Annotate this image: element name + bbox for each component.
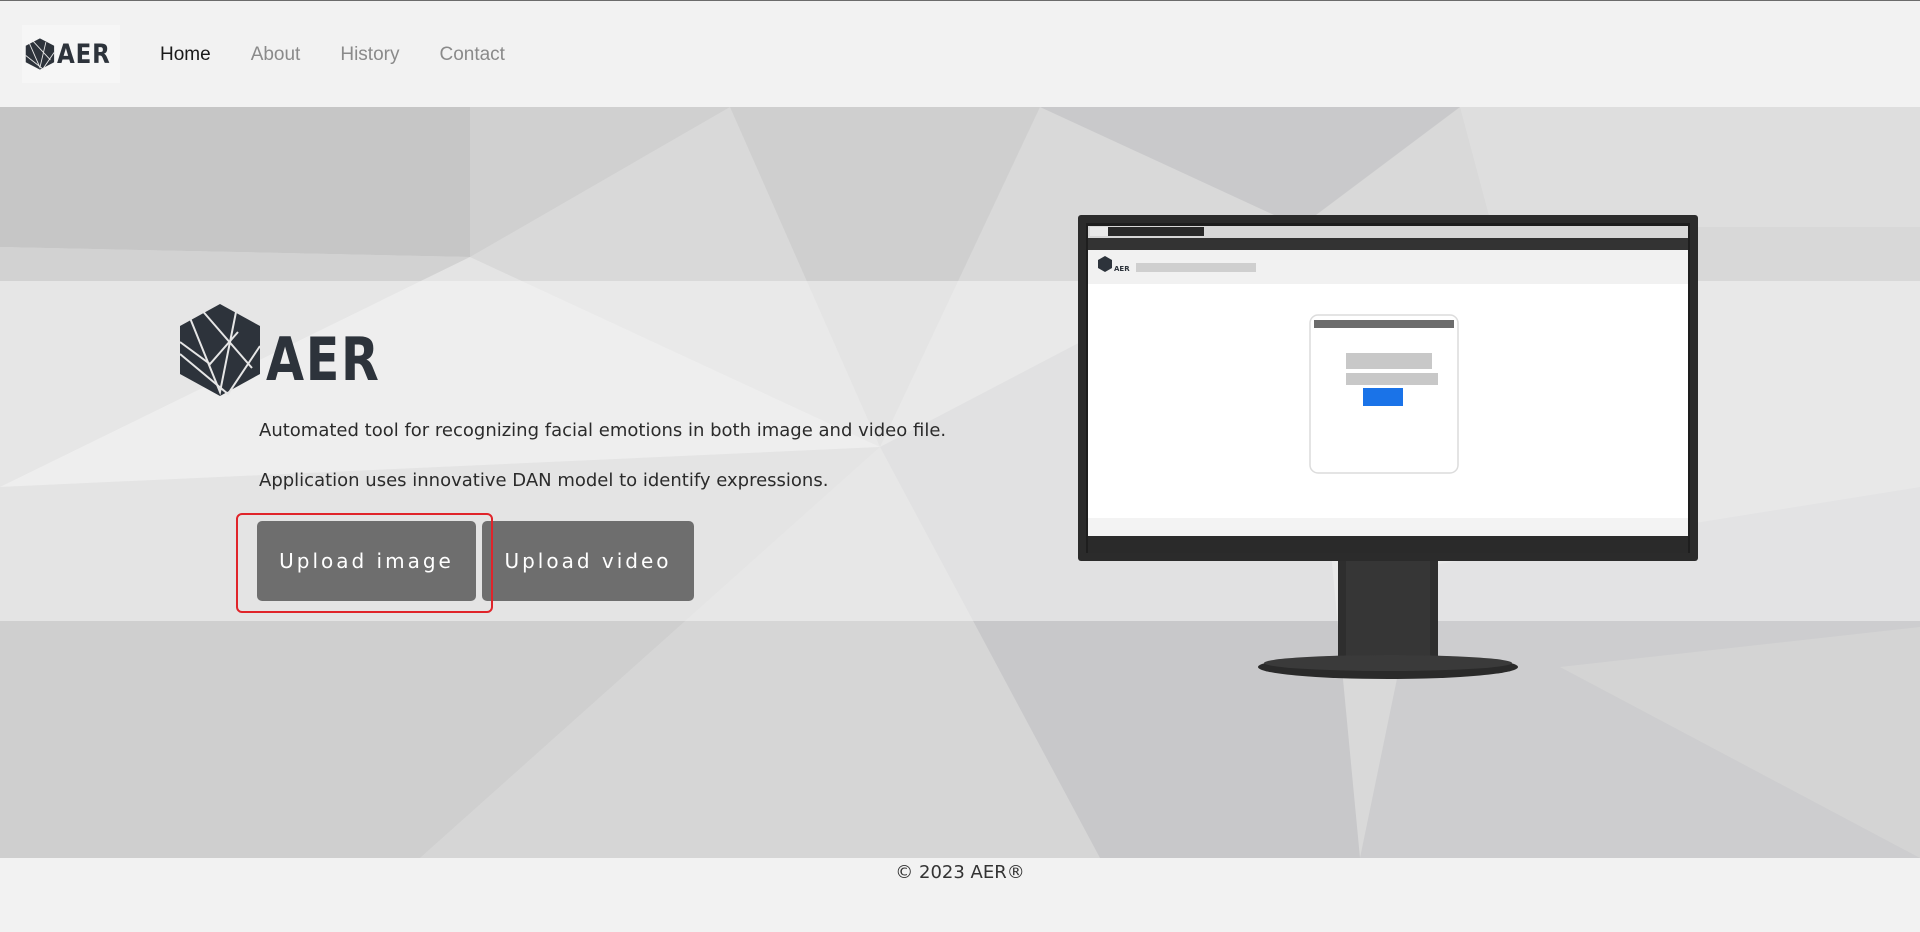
brand-logo[interactable]: AER bbox=[22, 25, 120, 83]
monitor-illustration: AER bbox=[1078, 215, 1698, 679]
nav-contact[interactable]: Contact bbox=[439, 43, 504, 67]
hero-logo: AER bbox=[178, 302, 406, 398]
hexagon-logo-icon bbox=[25, 38, 55, 70]
main-nav: Home About History Contact bbox=[160, 43, 545, 67]
nav-home[interactable]: Home bbox=[160, 43, 211, 67]
upload-video-button[interactable]: Upload video bbox=[482, 521, 694, 601]
copyright-text: © 2023 AER® bbox=[895, 862, 1025, 883]
footer: © 2023 AER® bbox=[0, 858, 1920, 932]
upload-image-button[interactable]: Upload image bbox=[257, 521, 476, 601]
monitor-brand-text: AER bbox=[1114, 265, 1130, 273]
brand-name: AER bbox=[56, 38, 111, 70]
hero-description-line2: Application uses innovative DAN model to… bbox=[259, 470, 829, 491]
hero-section: AER Automated tool for recognizing facia… bbox=[0, 107, 1920, 858]
nav-about[interactable]: About bbox=[251, 43, 301, 67]
nav-history[interactable]: History bbox=[340, 43, 399, 67]
hero-logo-text: AER bbox=[266, 325, 381, 395]
navbar: AER Home About History Contact bbox=[0, 1, 1920, 107]
hero-description-line1: Automated tool for recognizing facial em… bbox=[259, 420, 947, 441]
hexagon-logo-icon bbox=[179, 304, 261, 396]
